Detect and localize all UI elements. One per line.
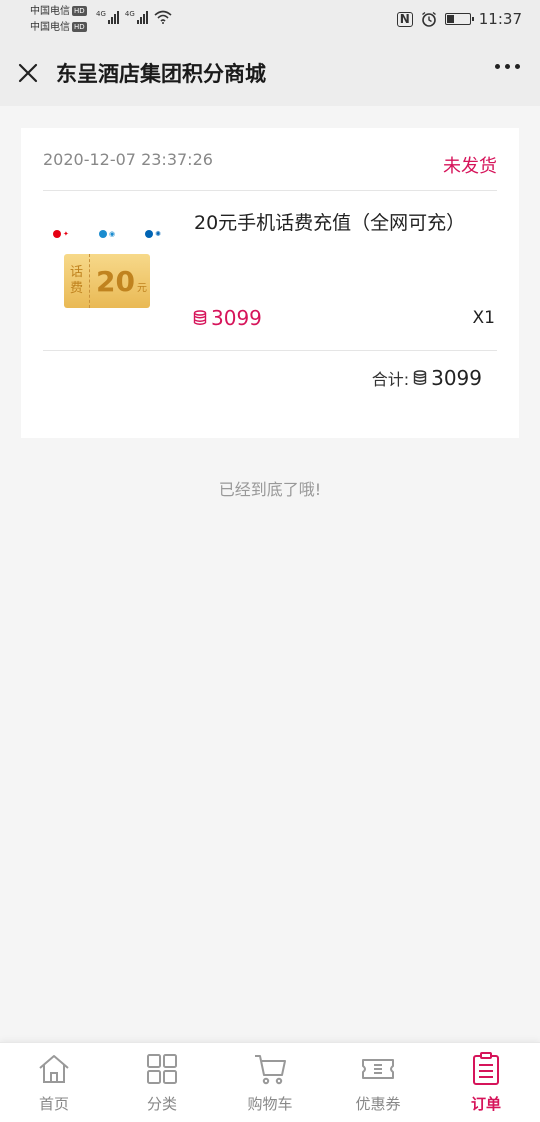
- order-status: 未发货: [443, 156, 497, 177]
- signal-icon: 4G: [125, 10, 148, 24]
- status-bar: 中国电信 HD 中国电信 HD 4G 4G N 11:37: [0, 0, 540, 40]
- voucher-graphic: 话 费 20 元: [64, 254, 150, 308]
- product-image[interactable]: ✦ ◉ ✺ 话 费 20 元: [51, 224, 163, 314]
- order-icon: [473, 1052, 499, 1085]
- product-name[interactable]: 20元手机话费充值（全网可充）: [194, 208, 494, 239]
- divider: [43, 350, 497, 351]
- signal-icon: 4G: [96, 10, 119, 24]
- home-icon: [39, 1055, 69, 1083]
- nav-label: 优惠券: [355, 1095, 401, 1113]
- bottom-nav: 首页 分类 购物车 优惠券 订单: [0, 1042, 540, 1122]
- dot-icon: [515, 64, 520, 69]
- nfc-icon: N: [396, 11, 413, 27]
- nav-label: 订单: [470, 1095, 501, 1113]
- carrier-1: 中国电信 HD: [30, 6, 87, 17]
- title-bar: 东呈酒店集团积分商城: [0, 40, 540, 106]
- nav-item-coupon[interactable]: 优惠券: [324, 1043, 432, 1122]
- battery-icon: [444, 13, 474, 25]
- total-value: 3099: [431, 366, 482, 390]
- product-quantity: X1: [472, 308, 495, 328]
- china-mobile-logo: ◉: [98, 230, 115, 238]
- nav-label: 分类: [146, 1095, 177, 1113]
- price-value: 3099: [211, 306, 262, 330]
- voucher-label-char: 费: [69, 281, 83, 296]
- order-card[interactable]: 2020-12-07 23:37:26 未发货 ✦ ◉ ✺ 话 费 20 元 2…: [21, 128, 519, 438]
- voucher-unit: 元: [136, 282, 147, 294]
- close-button[interactable]: [0, 40, 56, 106]
- product-price: 3099: [193, 306, 262, 330]
- divider: [43, 190, 497, 191]
- nav-item-cart[interactable]: 购物车: [216, 1043, 324, 1122]
- dot-icon: [495, 64, 500, 69]
- page-title: 东呈酒店集团积分商城: [56, 62, 266, 86]
- nav-label: 购物车: [247, 1095, 293, 1113]
- nav-label: 首页: [38, 1095, 69, 1113]
- more-menu-button[interactable]: [495, 64, 520, 69]
- total-label: 合计:: [371, 370, 410, 389]
- alarm-icon: [421, 11, 436, 27]
- close-icon: [18, 63, 38, 83]
- carrier-logos: ✦ ◉ ✺: [51, 224, 163, 244]
- nav-item-orders[interactable]: 订单: [432, 1043, 540, 1122]
- points-coin-icon: [413, 370, 427, 385]
- signal-indicators: 4G 4G: [96, 10, 172, 24]
- nav-item-category[interactable]: 分类: [108, 1043, 216, 1122]
- china-unicom-logo: ✦: [53, 230, 69, 238]
- grid-icon: [147, 1054, 177, 1084]
- order-datetime: 2020-12-07 23:37:26: [43, 150, 213, 169]
- order-total: 合计: 3099: [372, 366, 482, 390]
- nav-item-home[interactable]: 首页: [0, 1043, 108, 1122]
- end-of-list-tip: 已经到底了哦!: [218, 480, 322, 499]
- cart-icon: [255, 1055, 286, 1085]
- points-coin-icon: [193, 310, 207, 325]
- coupon-icon: [362, 1059, 394, 1079]
- voucher-amount: 20: [96, 264, 135, 298]
- china-telecom-logo: ✺: [145, 230, 161, 238]
- clock: 11:37: [478, 10, 522, 28]
- dot-icon: [505, 64, 510, 69]
- carrier-2: 中国电信 HD: [30, 22, 87, 33]
- voucher-label-char: 话: [69, 265, 83, 280]
- wifi-icon: [154, 10, 172, 24]
